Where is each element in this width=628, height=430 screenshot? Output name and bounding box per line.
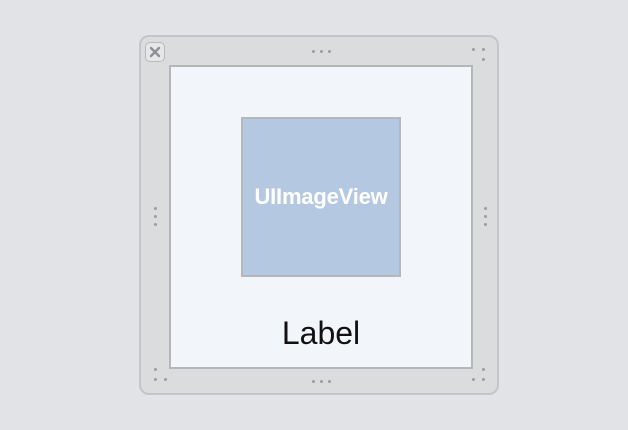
resize-handle-top-right[interactable] (472, 48, 488, 64)
image-view-label: UIImageView (254, 184, 388, 209)
resize-dot-icon (327, 379, 331, 383)
resize-handle-bottom-left[interactable] (154, 368, 170, 384)
resize-dot-icon (153, 222, 157, 226)
resize-handle-top[interactable] (306, 49, 336, 53)
resize-handle-right[interactable] (483, 201, 487, 231)
scene-container-frame[interactable]: UIImageView Label (139, 35, 499, 395)
resize-dot-icon (483, 214, 487, 218)
view-content-area[interactable]: UIImageView Label (169, 65, 473, 369)
close-icon (149, 46, 161, 58)
resize-dot-icon (472, 48, 475, 51)
resize-dot-icon (154, 368, 157, 371)
resize-dot-icon (154, 378, 157, 381)
resize-dot-icon (482, 378, 485, 381)
editor-canvas: UIImageView Label (0, 0, 628, 430)
close-button[interactable] (145, 42, 165, 62)
resize-dot-icon (482, 58, 485, 61)
resize-handle-bottom-right[interactable] (472, 368, 488, 384)
resize-dot-icon (311, 379, 315, 383)
image-view[interactable]: UIImageView (241, 117, 401, 277)
resize-handle-bottom[interactable] (306, 379, 336, 383)
resize-dot-icon (319, 49, 323, 53)
resize-handle-left[interactable] (153, 201, 157, 231)
resize-dot-icon (483, 206, 487, 210)
resize-dot-icon (472, 378, 475, 381)
resize-dot-icon (153, 206, 157, 210)
resize-dot-icon (482, 368, 485, 371)
resize-dot-icon (327, 49, 331, 53)
resize-dot-icon (482, 48, 485, 51)
resize-dot-icon (311, 49, 315, 53)
label-text[interactable]: Label (171, 315, 471, 352)
resize-dot-icon (164, 378, 167, 381)
resize-dot-icon (319, 379, 323, 383)
resize-dot-icon (483, 222, 487, 226)
resize-dot-icon (153, 214, 157, 218)
